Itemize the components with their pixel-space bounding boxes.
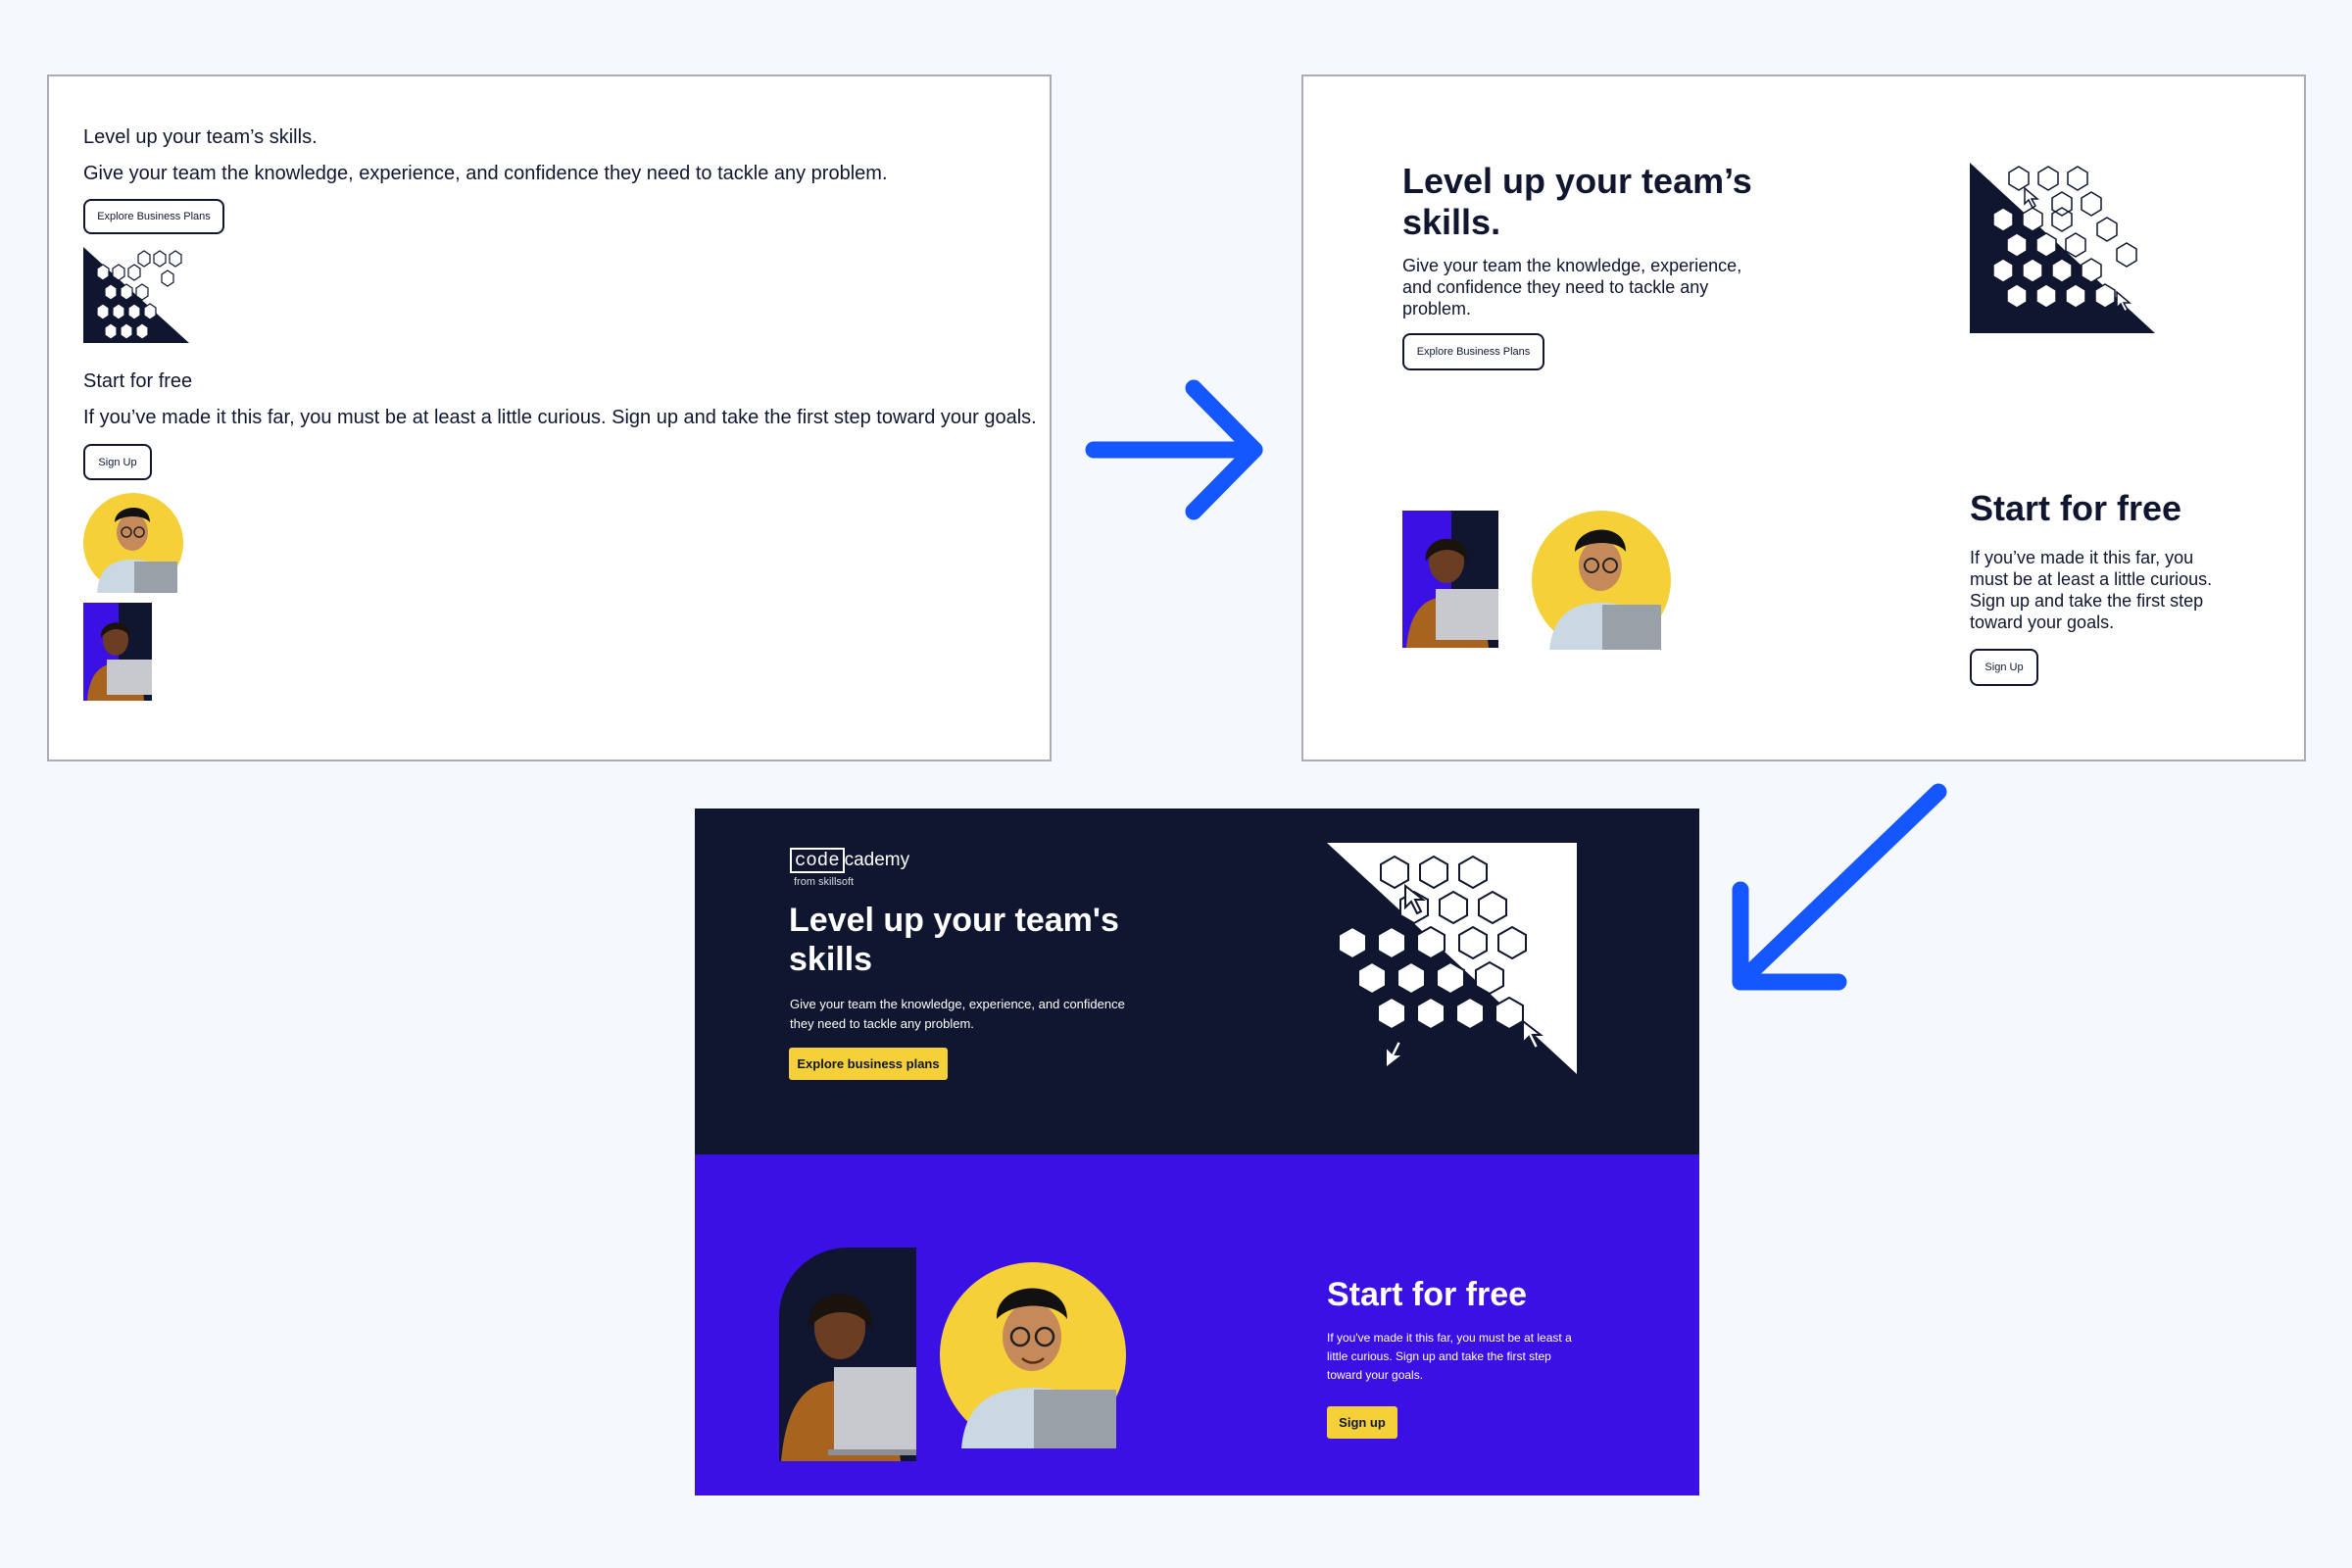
signup-section: Start for free If you've made it this fa…	[695, 1154, 1699, 1495]
smiling-person-photo	[83, 493, 183, 593]
arrow-down-left-icon	[1731, 783, 1947, 1000]
semi-styled-page-panel: Level up your team’s skills. Give your t…	[1301, 74, 2306, 761]
woman-laptop-photo	[83, 603, 152, 701]
start-free-heading: Start for free	[83, 370, 193, 392]
hexagon-grid-illustration	[83, 247, 189, 343]
hero-body: Give your team the knowledge, experience…	[83, 163, 888, 184]
hero-heading: Level up your team’s skills.	[1402, 161, 1752, 242]
unstyled-page-panel: Level up your team’s skills. Give your t…	[47, 74, 1052, 761]
hero-heading: Level up your team's skills	[789, 902, 1119, 978]
start-free-body: If you've made it this far, you must be …	[1327, 1331, 1572, 1382]
hero-body: Give your team the knowledge, experience…	[790, 997, 1125, 1031]
hexagon-grid-illustration	[1327, 843, 1577, 1074]
hero-heading: Level up your team’s skills.	[83, 126, 318, 148]
logo-subtitle: from skillsoft	[794, 876, 855, 888]
explore-business-plans-button[interactable]: Explore Business Plans	[83, 199, 224, 234]
start-free-heading: Start for free	[1970, 488, 2182, 528]
sign-up-button[interactable]: Sign Up	[1970, 649, 2038, 686]
hero-body: Give your team the knowledge, experience…	[1402, 256, 1742, 318]
final-page-panel: code cademy from skillsoft Level up your…	[695, 808, 1699, 1495]
start-free-body: If you’ve made it this far, you must be …	[83, 407, 1037, 428]
explore-business-plans-button[interactable]: Explore business plans	[789, 1048, 948, 1080]
smiling-person-photo	[940, 1262, 1126, 1448]
codecademy-logo[interactable]: code cademy	[790, 848, 909, 873]
logo-code: code	[790, 848, 845, 873]
arrow-right-icon	[1085, 376, 1272, 523]
woman-laptop-photo	[779, 1248, 916, 1461]
sign-up-button[interactable]: Sign Up	[83, 444, 152, 480]
sign-up-button[interactable]: Sign up	[1327, 1406, 1397, 1439]
start-free-body: If you’ve made it this far, you must be …	[1970, 548, 2213, 632]
smiling-person-photo	[1532, 511, 1671, 650]
hero-section: code cademy from skillsoft Level up your…	[695, 808, 1699, 1154]
hexagon-grid-illustration	[1970, 163, 2155, 333]
woman-laptop-photo	[1402, 511, 1498, 648]
logo-cademy: cademy	[844, 850, 910, 870]
start-free-heading: Start for free	[1327, 1276, 1528, 1313]
explore-business-plans-button[interactable]: Explore Business Plans	[1402, 333, 1544, 370]
